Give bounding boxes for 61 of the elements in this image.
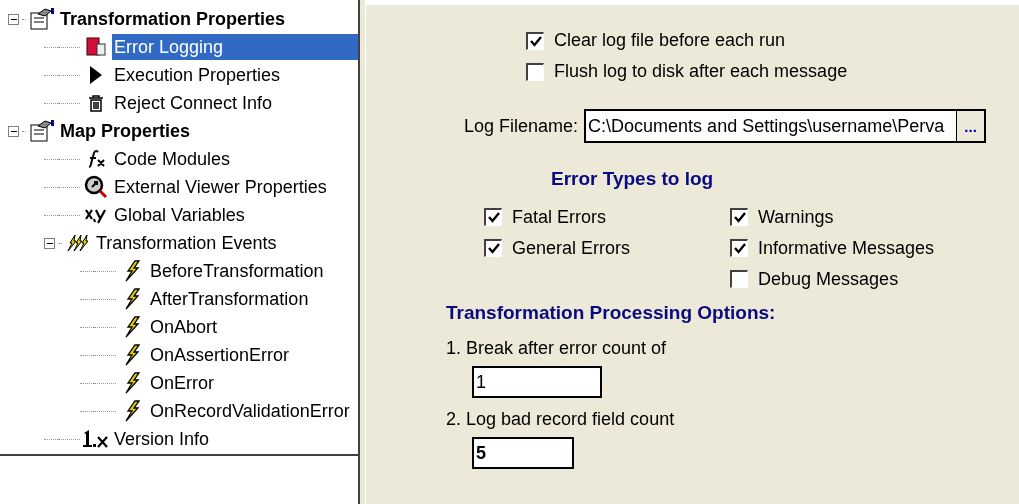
checkbox-label: Fatal Errors: [512, 205, 607, 229]
play-icon: [89, 65, 103, 85]
filename-field[interactable]: C:\Documents and Settings\username\Perva ...: [584, 109, 987, 143]
tree-item[interactable]: OnAbort: [148, 314, 220, 340]
tree-item[interactable]: Execution Properties: [112, 62, 283, 88]
checkbox-label: Clear log file before each run: [554, 29, 786, 52]
checkmark-icon: [733, 243, 746, 254]
checkbox[interactable]: [730, 208, 749, 226]
checkbox[interactable]: [526, 31, 544, 50]
option-label: 2. Log bad record field count: [446, 408, 676, 431]
checkbox-label: Flush log to disk after each message: [554, 60, 848, 83]
tree-item[interactable]: Reject Connect Info: [112, 90, 275, 116]
tree-item[interactable]: OnError: [148, 370, 216, 396]
checkbox-label: General Errors: [512, 236, 631, 260]
lightning-icon: [123, 288, 141, 310]
collapse-toggle[interactable]: [8, 13, 19, 25]
checkmark-icon: [529, 35, 542, 47]
tree-item[interactable]: OnAssertionError: [148, 342, 292, 368]
magnifier-icon: [84, 175, 108, 199]
tree-item[interactable]: AfterTransformation: [148, 286, 311, 312]
checkmark-icon: [733, 212, 746, 223]
lightning-icon: [123, 316, 141, 338]
trash-icon: [87, 94, 105, 112]
book-icon: [85, 36, 107, 58]
tree-item[interactable]: BeforeTransformation: [148, 258, 326, 284]
tree-item[interactable]: Version Info: [112, 426, 212, 452]
checkbox-label: Debug Messages: [758, 267, 899, 291]
lightning-icon: [66, 234, 90, 252]
checkbox[interactable]: [484, 208, 502, 226]
option-label: 1. Break after error count of: [446, 337, 668, 360]
lightning-icon: [123, 400, 141, 422]
tree-item[interactable]: External Viewer Properties: [112, 174, 329, 200]
section-heading: Error Types to log: [551, 167, 715, 191]
lightning-icon: [123, 372, 141, 394]
checkbox[interactable]: [526, 62, 544, 81]
document-icon: [29, 8, 55, 30]
tree-item[interactable]: Global Variables: [112, 202, 247, 228]
count-field[interactable]: 5: [472, 437, 574, 469]
version-icon: [81, 429, 111, 449]
count-field[interactable]: 1: [472, 366, 602, 398]
checkbox[interactable]: [730, 270, 749, 288]
checkbox[interactable]: [730, 239, 749, 257]
section-heading: Transformation Processing Options:: [446, 300, 777, 325]
tree-item[interactable]: Error Logging: [112, 34, 358, 60]
checkmark-icon: [487, 243, 500, 254]
checkbox-label: Warnings: [758, 205, 834, 229]
checkmark-icon: [487, 212, 500, 223]
tree-item[interactable]: Code Modules: [112, 146, 233, 172]
lightning-icon: [123, 344, 141, 366]
lightning-icon: [123, 260, 141, 282]
collapse-toggle[interactable]: [8, 125, 19, 137]
collapse-toggle[interactable]: [44, 237, 55, 249]
document-icon: [29, 120, 55, 142]
tree-item[interactable]: Map Properties: [58, 118, 193, 144]
tree-item[interactable]: Transformation Properties: [58, 6, 288, 32]
tree-item[interactable]: Transformation Events: [94, 230, 279, 256]
tree-item[interactable]: OnRecordValidationError: [148, 398, 352, 424]
checkbox-label: Informative Messages: [758, 236, 935, 260]
field-label: Log Filename:: [464, 114, 579, 138]
browse-button[interactable]: ...: [956, 111, 985, 141]
checkbox[interactable]: [484, 239, 502, 257]
